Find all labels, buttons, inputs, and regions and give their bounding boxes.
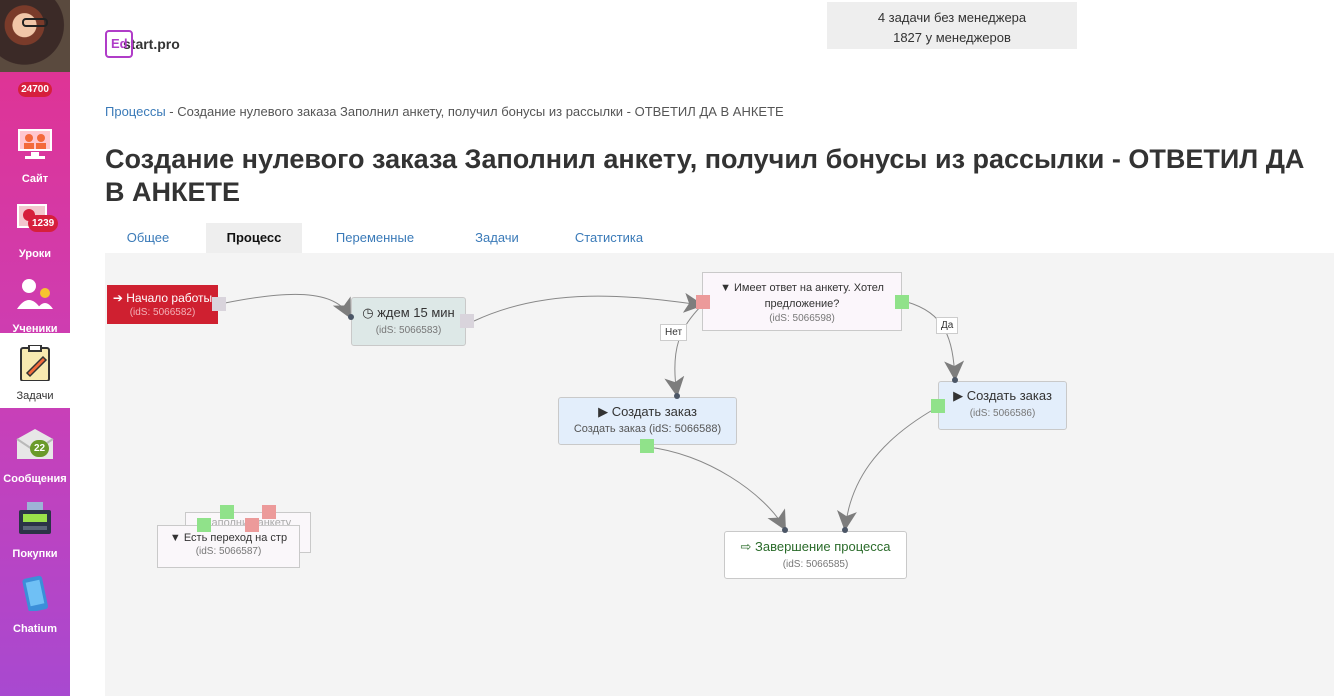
tab-variables[interactable]: Переменные — [325, 223, 425, 254]
node-page-transition[interactable]: ▼ Есть переход на стр (idS: 5066587) — [157, 525, 300, 568]
students-icon — [17, 279, 53, 309]
clipboard-pencil-icon — [20, 345, 50, 381]
node-check-yes-port[interactable] — [895, 295, 909, 309]
tab-general[interactable]: Общее — [105, 223, 191, 254]
node-form-filled-no-port[interactable] — [262, 505, 276, 519]
play-icon: ▶ — [953, 388, 964, 403]
tab-tasks[interactable]: Задачи — [460, 223, 534, 254]
sidebar-item-label: Chatium — [13, 623, 57, 635]
logo[interactable]: Edstart.pro — [105, 30, 180, 58]
sidebar-item-label: Покупки — [12, 548, 58, 560]
managers-assigned: 1827 у менеджеров — [893, 30, 1011, 45]
node-wait[interactable]: ◷ ждем 15 мин (idS: 5066583) — [351, 297, 466, 346]
breadcrumb: Процессы - Создание нулевого заказа Запо… — [105, 104, 784, 119]
sidebar: 24700 Сайт 1239 Уроки Ученики Задачи 22 … — [0, 0, 70, 696]
sidebar-item-label: Уроки — [18, 248, 52, 260]
node-check[interactable]: ▼ Имеет ответ на анкету. Хотел предложен… — [702, 272, 902, 331]
managers-unassigned: 4 задачи без менеджера — [877, 10, 1027, 25]
clock-icon: ◷ — [362, 305, 374, 320]
node-check-no-port[interactable] — [696, 295, 710, 309]
edge-label-yes: Да — [936, 317, 959, 334]
node-page-transition-yes-port[interactable] — [197, 518, 211, 532]
monitor-users-icon — [18, 129, 52, 159]
node-create-order-no-in-port[interactable] — [674, 393, 680, 399]
sidebar-item-label: Сайт — [21, 173, 49, 185]
node-create-order-yes[interactable]: ▶ Создать заказ (idS: 5066586) — [938, 381, 1067, 430]
score-badge: 24700 — [0, 82, 70, 97]
logo-mark: Ed — [105, 30, 133, 58]
tab-process[interactable]: Процесс — [206, 223, 302, 254]
lessons-badge: 1239 — [28, 215, 59, 232]
breadcrumb-current: Создание нулевого заказа Заполнил анкету… — [177, 104, 784, 119]
sign-out-icon: ⇨ — [740, 539, 752, 554]
avatar[interactable] — [0, 0, 70, 72]
messages-badge: 22 — [30, 440, 50, 457]
sidebar-item-label: Задачи — [16, 390, 54, 402]
sidebar-item-lessons[interactable]: 1239 Уроки — [0, 195, 70, 270]
process-canvas[interactable]: ➔ Начало работы (idS: 5066582) ◷ ждем 15… — [105, 253, 1334, 696]
sidebar-item-messages[interactable]: 22 Сообщения — [0, 420, 70, 495]
managers-summary[interactable]: 4 задачи без менеджера 1827 у менеджеров — [827, 2, 1077, 49]
cash-register-icon — [19, 502, 51, 534]
node-wait-in-port[interactable] — [348, 314, 354, 320]
node-end-in-port-1[interactable] — [782, 527, 788, 533]
node-end-in-port-2[interactable] — [842, 527, 848, 533]
tab-statistics[interactable]: Статистика — [563, 223, 655, 254]
node-page-transition-no-port[interactable] — [245, 518, 259, 532]
node-create-order-no-out-port[interactable] — [640, 439, 654, 453]
node-create-order-no[interactable]: ▶ Создать заказ Создать заказ (idS: 5066… — [558, 397, 737, 445]
sidebar-item-tasks[interactable]: Задачи — [0, 333, 70, 408]
edge-label-no: Нет — [660, 324, 688, 341]
node-end[interactable]: ⇨ Завершение процесса (idS: 5066585) — [724, 531, 907, 579]
sidebar-item-purchases[interactable]: Покупки — [0, 495, 70, 570]
node-form-filled-yes-port[interactable] — [220, 505, 234, 519]
breadcrumb-processes-link[interactable]: Процессы — [105, 104, 166, 119]
page-title: Создание нулевого заказа Заполнил анкету… — [105, 144, 1305, 207]
node-start-out-port[interactable] — [212, 297, 226, 311]
node-wait-out-port[interactable] — [460, 314, 474, 328]
filter-icon: ▼ — [720, 282, 731, 294]
node-create-order-yes-out-port[interactable] — [931, 399, 945, 413]
phone-icon — [22, 575, 48, 611]
sidebar-item-chatium[interactable]: Chatium — [0, 570, 70, 645]
play-icon: ▶ — [598, 404, 609, 419]
sidebar-item-label: Сообщения — [3, 473, 67, 485]
sign-in-icon: ➔ — [112, 291, 123, 305]
node-create-order-yes-in-port[interactable] — [952, 377, 958, 383]
sidebar-item-site[interactable]: Сайт — [0, 120, 70, 195]
filter-icon: ▼ — [169, 532, 181, 544]
node-start[interactable]: ➔ Начало работы (idS: 5066582) — [107, 285, 218, 324]
